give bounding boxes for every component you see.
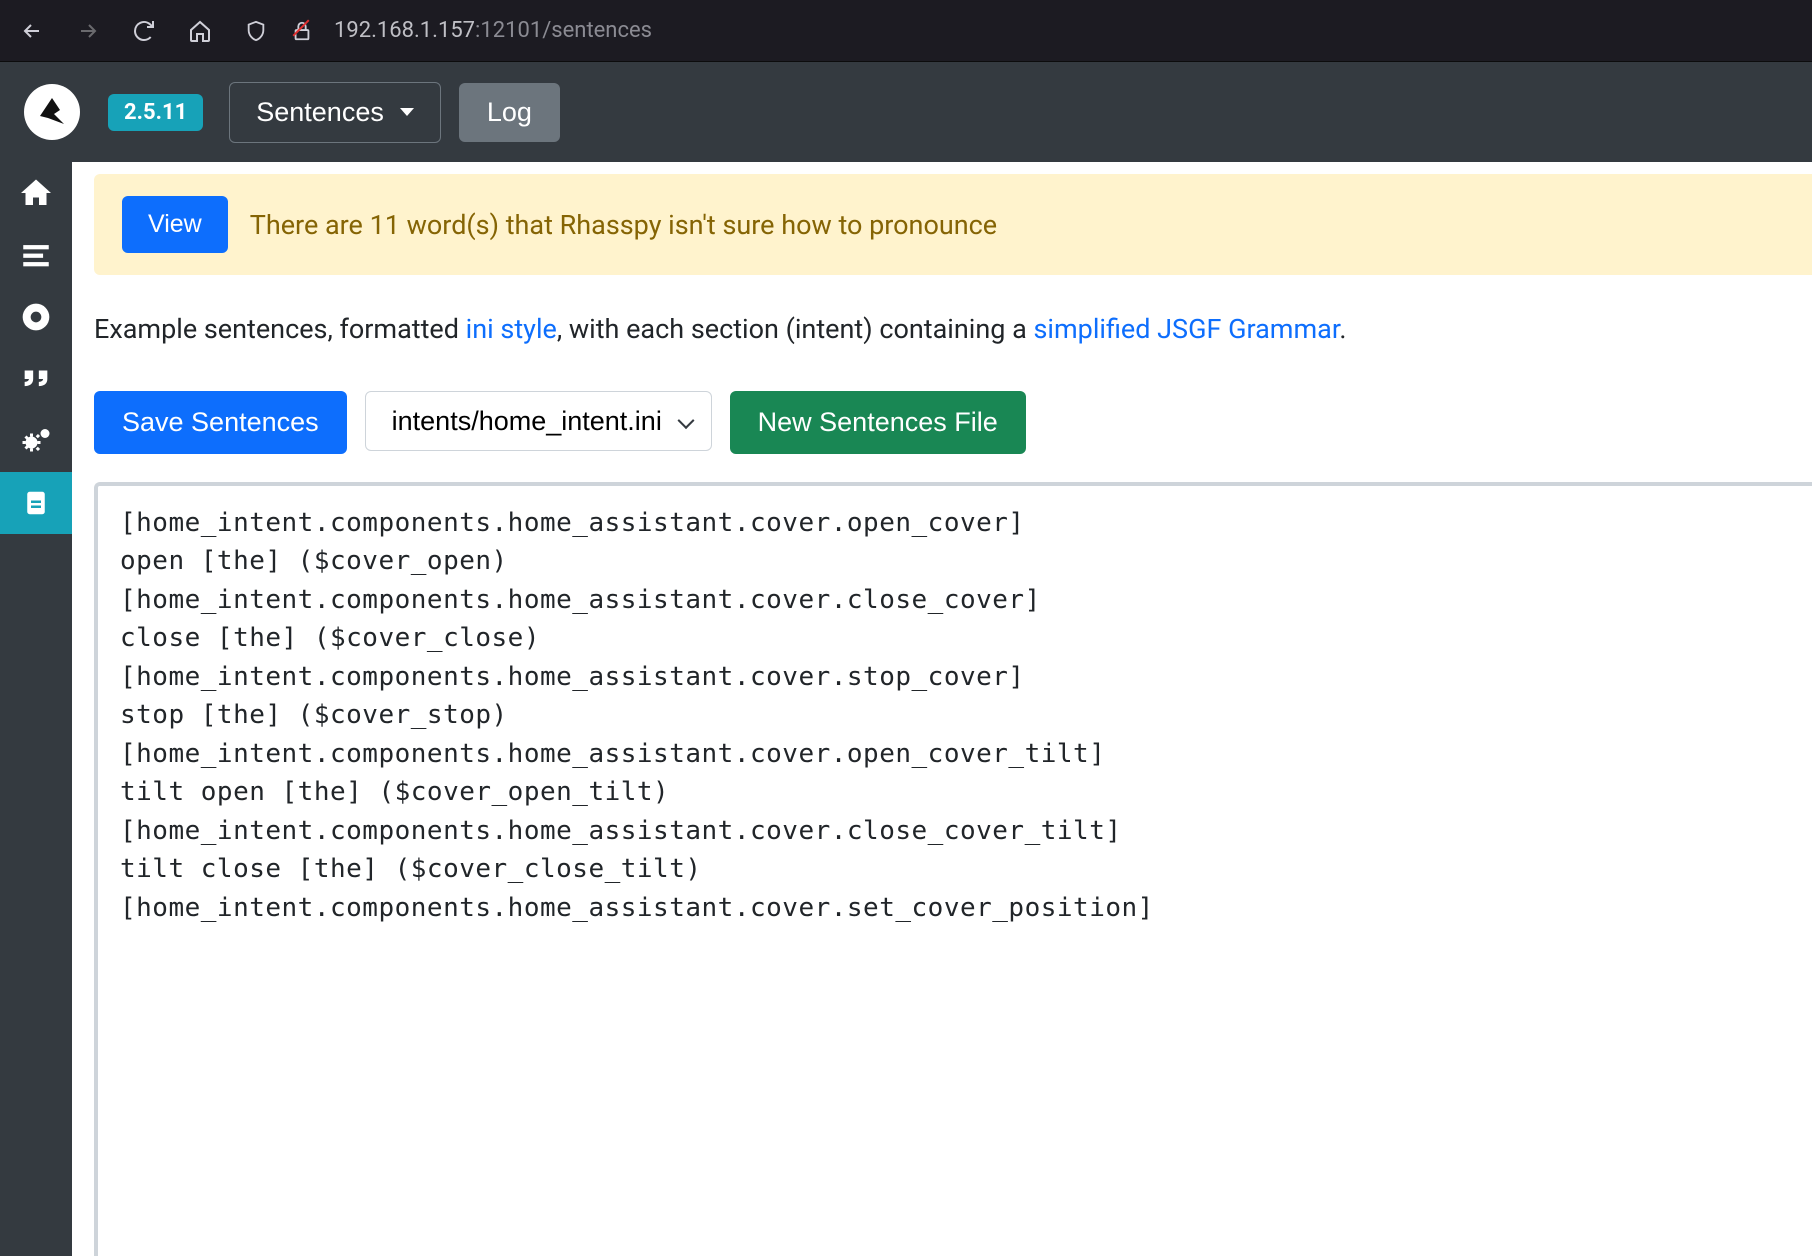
shield-icon — [242, 17, 270, 45]
warning-banner: View There are 11 word(s) that Rhasspy i… — [94, 174, 1812, 275]
url-text: 192.168.1.157:12101/sentences — [334, 18, 652, 43]
jsgf-link[interactable]: simplified JSGF Grammar — [1033, 313, 1339, 345]
url-bar[interactable]: 192.168.1.157:12101/sentences — [242, 17, 652, 45]
back-button[interactable] — [18, 17, 46, 45]
sidebar-item-docs[interactable] — [0, 472, 72, 534]
file-select[interactable]: intents/home_intent.ini — [365, 391, 712, 451]
warning-text: There are 11 word(s) that Rhasspy isn't … — [250, 209, 997, 241]
new-sentences-button[interactable]: New Sentences File — [730, 391, 1026, 454]
description: Example sentences, formatted ini style, … — [72, 275, 1812, 345]
sidebar — [0, 162, 72, 1256]
save-sentences-button[interactable]: Save Sentences — [94, 391, 347, 454]
ini-style-link[interactable]: ini style — [466, 313, 557, 345]
app-logo[interactable] — [24, 84, 80, 140]
sentences-editor[interactable]: [home_intent.components.home_assistant.c… — [98, 486, 1812, 1256]
reload-button[interactable] — [130, 17, 158, 45]
page-dropdown[interactable]: Sentences — [229, 82, 441, 143]
home-button[interactable] — [186, 17, 214, 45]
sidebar-item-lines[interactable] — [0, 224, 72, 286]
insecure-lock-icon — [288, 17, 316, 45]
log-button[interactable]: Log — [459, 83, 560, 142]
dropdown-label: Sentences — [256, 97, 384, 128]
sidebar-item-settings[interactable] — [0, 410, 72, 472]
editor-container: [home_intent.components.home_assistant.c… — [94, 482, 1812, 1256]
sidebar-item-record[interactable] — [0, 286, 72, 348]
sidebar-item-quotes[interactable] — [0, 348, 72, 410]
view-button[interactable]: View — [122, 196, 228, 253]
forward-button[interactable] — [74, 17, 102, 45]
chevron-down-icon — [400, 108, 414, 116]
version-badge: 2.5.11 — [108, 94, 203, 131]
controls: Save Sentences intents/home_intent.ini N… — [72, 345, 1812, 454]
sidebar-item-home[interactable] — [0, 162, 72, 224]
browser-toolbar: 192.168.1.157:12101/sentences — [0, 0, 1812, 62]
main-content: View There are 11 word(s) that Rhasspy i… — [72, 162, 1812, 1256]
app-header: 2.5.11 Sentences Log — [0, 62, 1812, 162]
